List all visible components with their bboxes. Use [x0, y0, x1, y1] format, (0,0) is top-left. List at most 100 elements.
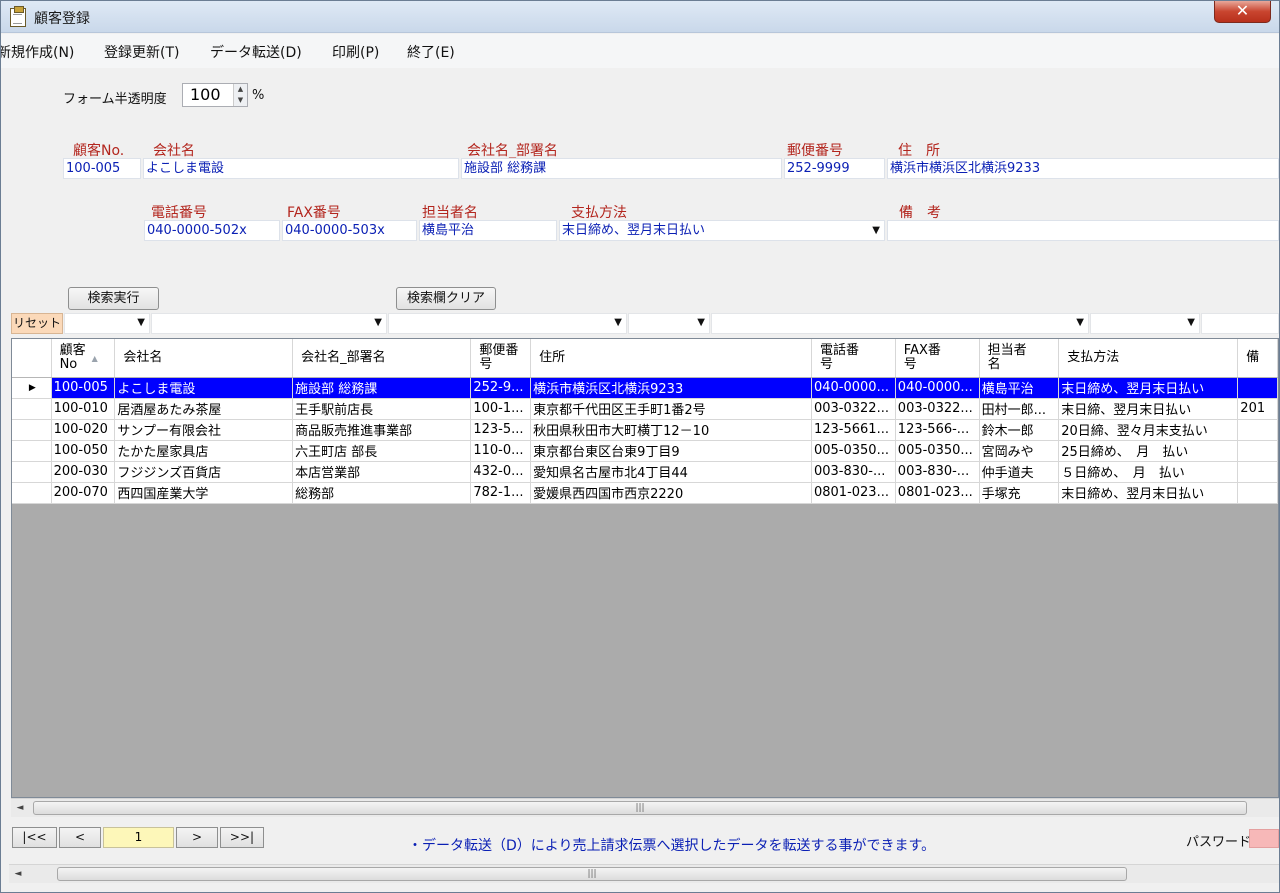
cell-contact[interactable]: 横島平治 [979, 377, 1060, 399]
search-button[interactable]: 検索実行 [68, 287, 159, 310]
dropdown-arrow-icon[interactable]: ▼ [697, 317, 705, 328]
table-row[interactable]: ▶ 100-005 よこしま電設 施設部 総務課 252-9... 横浜市横浜区北横浜92… [12, 377, 1278, 399]
cell-phone[interactable]: 040-0000... [811, 377, 896, 399]
col-header-contact[interactable]: 担当者 名 [979, 339, 1060, 378]
cell-contact[interactable]: 鈴木一郎 [979, 419, 1060, 441]
prev-page-button[interactable]: < [59, 827, 101, 848]
filter-company[interactable]: ▼ [151, 313, 387, 334]
cell-phone[interactable]: 005-0350... [811, 440, 896, 462]
page-number[interactable]: 1 [103, 827, 174, 848]
table-row[interactable]: 100-020 サンプー有限会社 商品販売推進事業部 123-5... 秋田県秋田市大町… [12, 419, 1278, 441]
cell-fax[interactable]: 005-0350... [895, 440, 980, 462]
stepper-down-icon[interactable]: ▼ [234, 95, 247, 106]
cell-department[interactable]: 本店営業部 [292, 461, 472, 483]
cell-notes[interactable] [1237, 482, 1278, 504]
filter-address[interactable]: ▼ [711, 313, 1089, 334]
cell-company[interactable]: 居酒屋あたみ茶屋 [114, 398, 294, 420]
filter-department[interactable]: ▼ [388, 313, 627, 334]
filter-extra[interactable] [1201, 313, 1279, 334]
row-header[interactable] [12, 440, 52, 462]
stepper-up-icon[interactable]: ▲ [234, 84, 247, 95]
cell-contact[interactable]: 田村一郎... [979, 398, 1060, 420]
scroll-left-icon[interactable]: ◄ [11, 799, 29, 817]
payment-select[interactable]: 末日締め、翌月末日払い ▼ [559, 220, 885, 241]
col-header-company[interactable]: 会社名 [114, 339, 294, 378]
cell-address[interactable]: 秋田県秋田市大町横丁12－10 [530, 419, 812, 441]
cell-contact[interactable]: 手塚充 [979, 482, 1060, 504]
cell-customer-no[interactable]: 200-070 [51, 482, 116, 504]
menu-print[interactable]: 印刷(P) [332, 42, 379, 62]
cell-notes[interactable] [1237, 419, 1278, 441]
col-header-postal[interactable]: 郵便番 号 [470, 339, 532, 378]
col-header-customer-no[interactable]: 顧客 No ▲ [51, 339, 116, 378]
filter-customer-no[interactable]: ▼ [64, 313, 150, 334]
cell-fax[interactable]: 0801-023... [895, 482, 980, 504]
cell-payment[interactable]: 末日締め、翌月末日払い [1058, 482, 1239, 504]
cell-fax[interactable]: 040-0000... [895, 377, 980, 399]
notes-field[interactable] [887, 220, 1279, 241]
cell-notes[interactable] [1237, 461, 1278, 483]
cell-company[interactable]: 西四国産業大学 [114, 482, 294, 504]
cell-customer-no[interactable]: 100-020 [51, 419, 116, 441]
stepper-arrows[interactable]: ▲ ▼ [233, 84, 247, 106]
opacity-stepper[interactable]: 100 ▲ ▼ [182, 83, 248, 107]
table-row[interactable]: 200-070 西四国産業大学 総務部 782-1... 愛媛県西四国市西京2220 08… [12, 482, 1278, 504]
cell-postal[interactable]: 123-5... [470, 419, 532, 441]
cell-phone[interactable]: 123-5661... [811, 419, 896, 441]
dropdown-arrow-icon[interactable]: ▼ [1076, 317, 1084, 328]
cell-company[interactable]: フジジンズ百貨店 [114, 461, 294, 483]
reset-button[interactable]: リセット [11, 313, 63, 334]
cell-phone[interactable]: 003-830-... [811, 461, 896, 483]
window-scroll-thumb[interactable]: ||| [57, 867, 1127, 881]
cell-phone[interactable]: 0801-023... [811, 482, 896, 504]
dropdown-arrow-icon[interactable]: ▼ [137, 317, 145, 328]
cell-payment[interactable]: 末日締め、翌月末日払い [1058, 377, 1239, 399]
cell-payment[interactable]: 25日締め、 月 払い [1058, 440, 1239, 462]
filter-phone[interactable]: ▼ [1090, 313, 1200, 334]
dropdown-arrow-icon[interactable]: ▼ [1187, 317, 1195, 328]
cell-payment[interactable]: 末日締、翌月末日払い [1058, 398, 1239, 420]
row-header[interactable] [12, 482, 52, 504]
address-field[interactable]: 横浜市横浜区北横浜9233 [887, 158, 1279, 179]
cell-notes[interactable] [1237, 440, 1278, 462]
cell-payment[interactable]: ５日締め、 月 払い [1058, 461, 1239, 483]
row-header[interactable] [12, 461, 52, 483]
customer-no-field[interactable]: 100-005 [63, 158, 141, 179]
cell-department[interactable]: 王手駅前店長 [292, 398, 472, 420]
grid-scroll-thumb[interactable]: ||| [33, 801, 1247, 815]
cell-address[interactable]: 東京都台東区台東9丁目9 [530, 440, 812, 462]
cell-notes[interactable] [1237, 377, 1278, 399]
cell-company[interactable]: よこしま電設 [114, 377, 294, 399]
col-header-phone[interactable]: 電話番 号 [811, 339, 896, 378]
cell-postal[interactable]: 110-0... [470, 440, 532, 462]
cell-fax[interactable]: 003-830-... [895, 461, 980, 483]
dropdown-arrow-icon[interactable]: ▼ [614, 317, 622, 328]
dropdown-arrow-icon[interactable]: ▼ [872, 221, 880, 240]
dropdown-arrow-icon[interactable]: ▼ [374, 317, 382, 328]
row-header[interactable] [12, 398, 52, 420]
cell-address[interactable]: 横浜市横浜区北横浜9233 [530, 377, 812, 399]
cell-department[interactable]: 総務部 [292, 482, 472, 504]
cell-postal[interactable]: 782-1... [470, 482, 532, 504]
cell-customer-no[interactable]: 100-005 [51, 377, 116, 399]
cell-phone[interactable]: 003-0322... [811, 398, 896, 420]
fax-field[interactable]: 040-0000-503x [282, 220, 417, 241]
cell-company[interactable]: サンプー有限会社 [114, 419, 294, 441]
scroll-left-icon[interactable]: ◄ [9, 865, 27, 883]
cell-fax[interactable]: 003-0322... [895, 398, 980, 420]
col-header-fax[interactable]: FAX番 号 [895, 339, 980, 378]
cell-postal[interactable]: 100-1... [470, 398, 532, 420]
menu-exit[interactable]: 終了(E) [407, 42, 455, 62]
cell-customer-no[interactable]: 100-050 [51, 440, 116, 462]
cell-department[interactable]: 六王町店 部長 [292, 440, 472, 462]
grid-hscrollbar[interactable]: ◄ ||| [11, 798, 1279, 817]
cell-contact[interactable]: 宮岡みや [979, 440, 1060, 462]
last-page-button[interactable]: >>| [220, 827, 264, 848]
table-row[interactable]: 100-010 居酒屋あたみ茶屋 王手駅前店長 100-1... 東京都千代田区王手町1… [12, 398, 1278, 420]
menu-transfer[interactable]: データ転送(D) [210, 42, 302, 62]
close-button[interactable]: ✕ [1214, 1, 1271, 23]
window-hscrollbar[interactable]: ◄ ||| [9, 864, 1279, 883]
clear-search-button[interactable]: 検索欄クリア [396, 287, 496, 310]
current-row-arrow-icon[interactable]: ▶ [12, 377, 52, 399]
row-header[interactable] [12, 419, 52, 441]
